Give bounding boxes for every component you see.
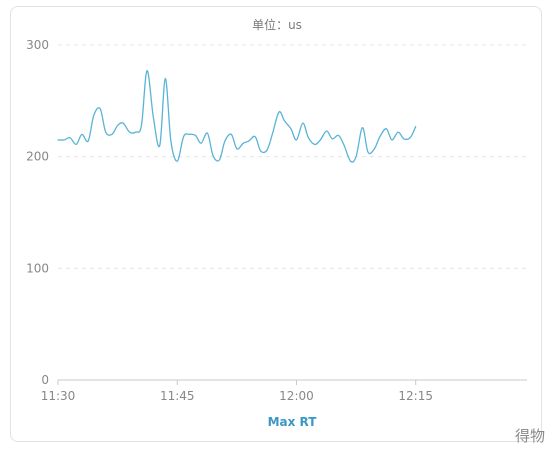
watermark: 得物	[514, 427, 545, 445]
y-tick-label: 200	[26, 150, 49, 164]
x-axis: 11:30 11:45 12:00 12:15	[41, 379, 527, 403]
y-axis: 0 100 200 300	[26, 38, 49, 387]
x-tick-label: 11:30	[41, 389, 76, 403]
unit-label: 单位：us	[252, 17, 302, 32]
legend-max-rt[interactable]: Max RT	[268, 415, 318, 429]
gridlines	[58, 44, 527, 269]
x-tick-label: 11:45	[160, 389, 195, 403]
y-tick-label: 300	[26, 38, 49, 52]
line-chart: 单位：us 0 100 200 300 11:30 11:45 12:00 12:15 Ma…	[26, 17, 527, 429]
y-tick-label: 100	[26, 261, 49, 275]
y-tick-label: 0	[41, 373, 49, 387]
x-tick-label: 12:15	[398, 389, 433, 403]
x-tick-label: 12:00	[279, 389, 314, 403]
series-line-max-rt	[57, 70, 417, 163]
